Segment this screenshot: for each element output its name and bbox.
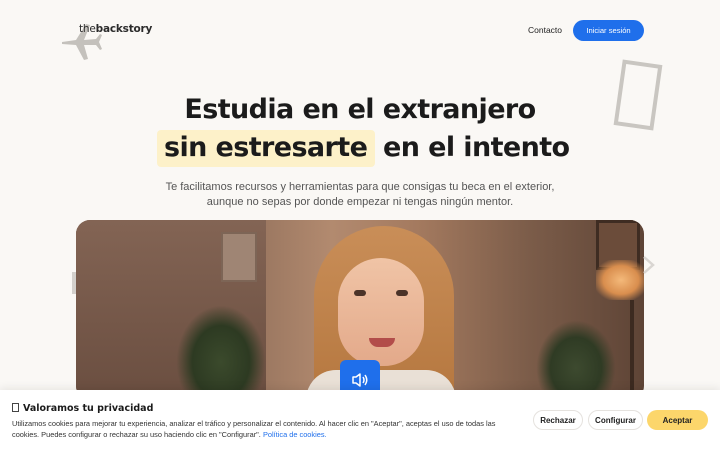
video-plant-right	[536, 320, 616, 400]
contact-link[interactable]: Contacto	[528, 25, 562, 35]
configure-button[interactable]: Configurar	[588, 410, 643, 430]
speaker-icon	[352, 373, 368, 387]
accept-button[interactable]: Aceptar	[647, 410, 708, 430]
video-person-eye	[354, 290, 366, 296]
top-nav: thebackstory Contacto Iniciar sesión	[0, 0, 720, 60]
chevron-right-icon[interactable]	[640, 255, 656, 275]
video-lamp-post	[630, 300, 634, 400]
hero-subtitle-line2: aunque no sepas por donde empezar ni ten…	[206, 196, 514, 208]
hero-subtitle-line1: Te facilitamos recursos y herramientas p…	[165, 181, 555, 193]
logo-suffix: backstory	[95, 23, 153, 35]
logo-prefix: the	[79, 23, 96, 35]
reject-button[interactable]: Rechazar	[533, 410, 583, 430]
video-person-eye	[396, 290, 408, 296]
video-person-face	[338, 258, 424, 366]
hero-subtitle: Te facilitamos recursos y herramientas p…	[120, 180, 600, 210]
hero-title-line1: Estudia en el extranjero	[184, 94, 536, 125]
cookie-icon	[12, 403, 19, 412]
hero-title-highlight: sin estresarte	[164, 132, 368, 163]
video-plant-left	[176, 305, 266, 400]
brand-logo[interactable]: thebackstory	[79, 23, 152, 35]
cookie-banner: Valoramos tu privacidad Utilizamos cooki…	[0, 390, 720, 450]
video-poster	[221, 232, 257, 282]
cookie-text: Utilizamos cookies para mejorar tu exper…	[12, 418, 524, 440]
cookie-title-text: Valoramos tu privacidad	[23, 403, 154, 414]
cookie-policy-link[interactable]: Política de cookies.	[263, 430, 327, 439]
login-button[interactable]: Iniciar sesión	[573, 20, 644, 41]
cookie-title: Valoramos tu privacidad	[12, 403, 153, 414]
hero-title-rest: en el intento	[383, 132, 570, 163]
video-lamp	[596, 260, 644, 300]
cookie-body: Utilizamos cookies para mejorar tu exper…	[12, 419, 496, 439]
